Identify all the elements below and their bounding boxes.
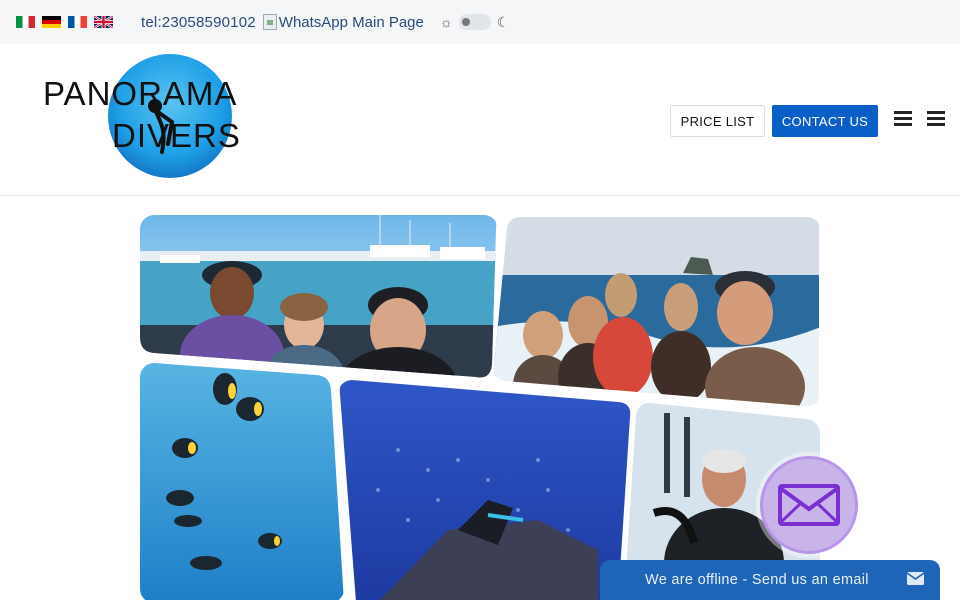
theme-toggle[interactable] [458, 14, 491, 30]
photo-boat-group-ocean [493, 217, 820, 407]
contact-us-button[interactable]: CONTACT US [772, 105, 878, 137]
email-contact-button[interactable] [760, 456, 858, 554]
france-flag-icon[interactable] [68, 16, 87, 28]
uk-flag-icon[interactable] [94, 16, 113, 28]
logo-line-1: PANORAMA [43, 75, 237, 112]
phone-link[interactable]: tel:23058590102 [141, 14, 256, 31]
italy-flag-icon[interactable] [16, 16, 35, 28]
top-bar: tel:23058590102 WhatsApp Main Page ☼ ☾ [0, 0, 960, 44]
photo-reef-fish [140, 363, 344, 600]
offline-chat-bar[interactable]: We are offline - Send us an email [600, 560, 940, 600]
sun-icon: ☼ [439, 14, 453, 30]
moon-icon: ☾ [496, 13, 510, 30]
theme-switcher: ☼ ☾ [440, 14, 509, 31]
secondary-menu-icon[interactable] [927, 111, 945, 127]
whatsapp-link[interactable]: WhatsApp Main Page [262, 13, 424, 31]
panorama-divers-logo[interactable]: PANORAMA DIVERS [40, 52, 310, 180]
price-list-button[interactable]: PRICE LIST [670, 105, 765, 137]
photo-group-selfie-marina [140, 215, 497, 378]
offline-message: We are offline - Send us an email [645, 572, 869, 588]
whatsapp-alt-text: WhatsApp Main Page [278, 13, 424, 31]
logo-line-2: DIVERS [112, 117, 241, 154]
envelope-icon [778, 484, 840, 526]
envelope-icon [907, 572, 924, 585]
menu-icon[interactable] [894, 111, 912, 127]
germany-flag-icon[interactable] [42, 16, 61, 28]
language-selector [16, 16, 113, 28]
photo-divers-shipwreck [339, 380, 631, 600]
broken-image-icon [262, 14, 277, 30]
site-header: PANORAMA DIVERS PRICE LIST CONTACT US [0, 44, 960, 196]
